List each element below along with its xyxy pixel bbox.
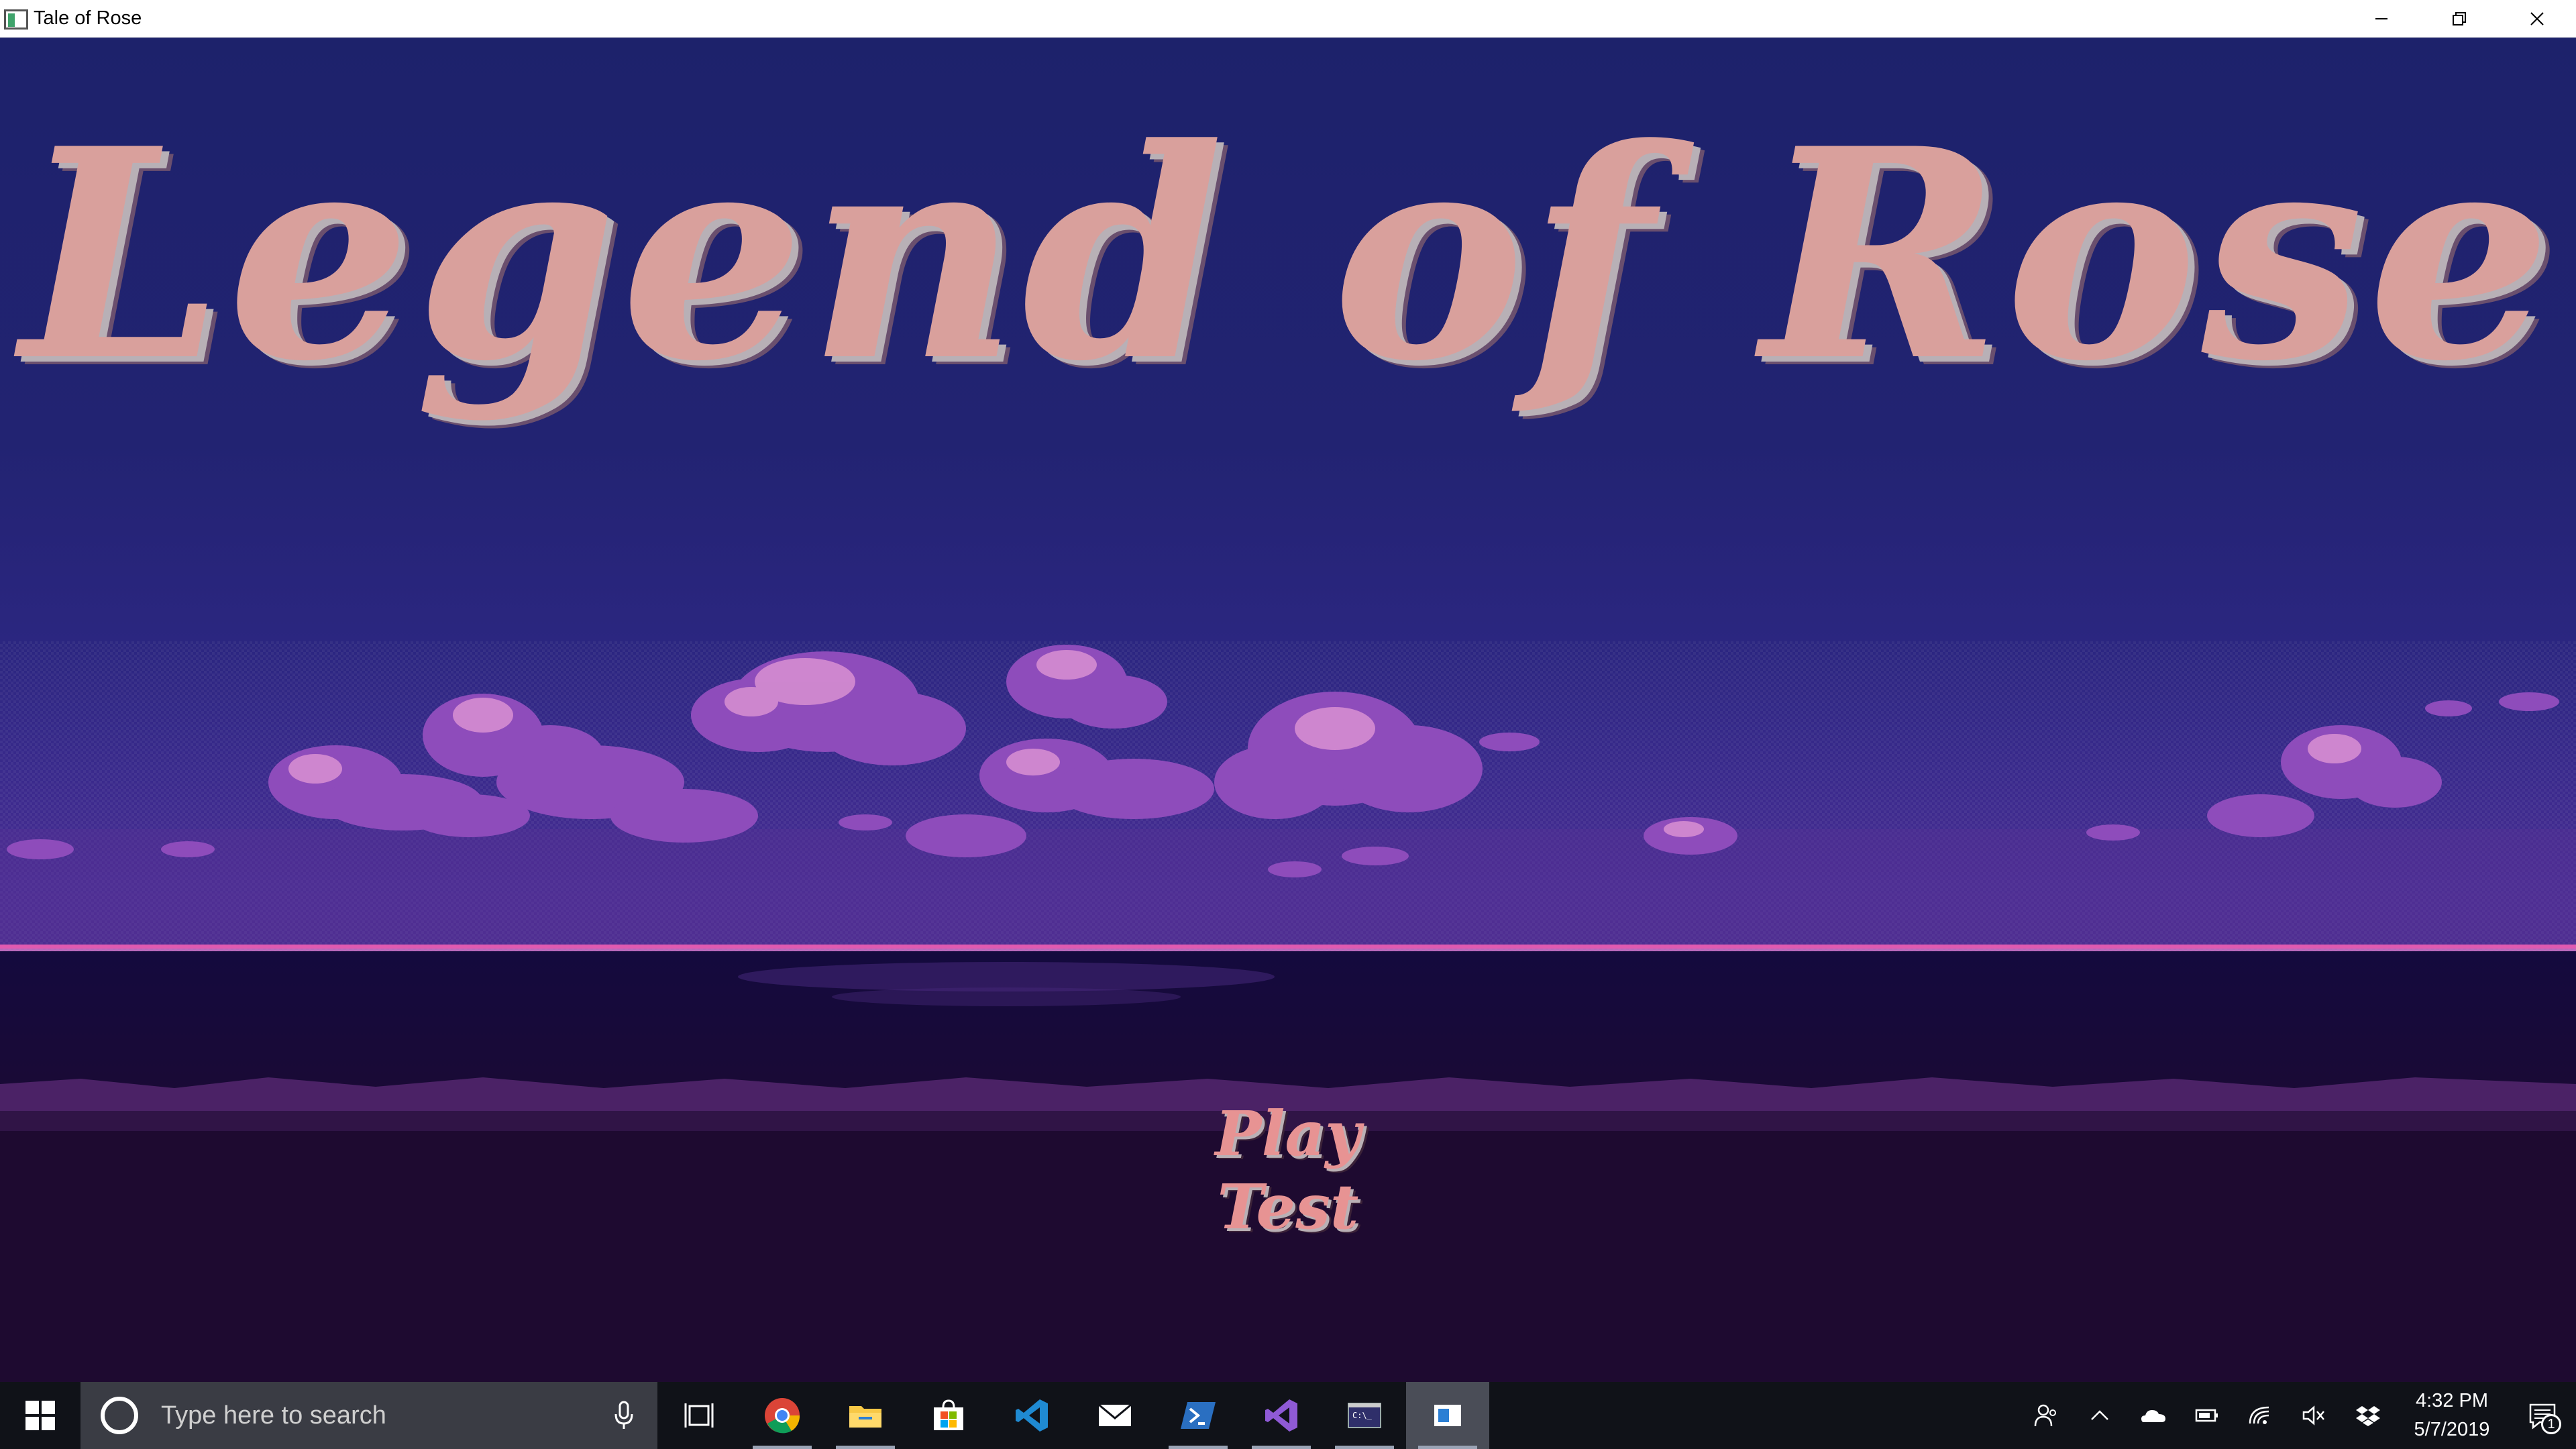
minimize-icon bbox=[2375, 18, 2387, 19]
task-view-icon bbox=[684, 1403, 714, 1428]
microsoft-store-icon bbox=[934, 1399, 963, 1430]
powershell-icon bbox=[1181, 1402, 1216, 1429]
svg-text:C:\_: C:\_ bbox=[1352, 1411, 1373, 1420]
close-button[interactable] bbox=[2498, 0, 2576, 38]
chevron-up-icon bbox=[2091, 1410, 2108, 1420]
game-window-icon bbox=[1434, 1405, 1461, 1426]
battery-icon bbox=[2195, 1409, 2218, 1422]
test-menu-item[interactable]: Test bbox=[1218, 1171, 1359, 1244]
notification-count-badge: 1 bbox=[2541, 1414, 2561, 1434]
game-title: Legend of Rose bbox=[20, 86, 2556, 425]
wifi-icon bbox=[2249, 1406, 2269, 1424]
window-title: Tale of Rose bbox=[34, 7, 142, 29]
chrome-icon bbox=[765, 1398, 800, 1434]
restore-button[interactable] bbox=[2420, 0, 2498, 38]
task-view-button[interactable] bbox=[657, 1382, 741, 1449]
terminal-icon: C:\_ bbox=[1348, 1403, 1381, 1428]
action-center-button[interactable]: 1 bbox=[2509, 1382, 2576, 1449]
game-window-taskbar-button[interactable] bbox=[1406, 1382, 1489, 1449]
app-icon bbox=[4, 7, 28, 31]
file-explorer-icon bbox=[849, 1406, 881, 1428]
show-hidden-icons-button[interactable] bbox=[2073, 1382, 2127, 1449]
microsoft-store-taskbar-button[interactable] bbox=[907, 1382, 990, 1449]
powershell-taskbar-button[interactable] bbox=[1157, 1382, 1240, 1449]
windows-logo-icon bbox=[25, 1401, 55, 1430]
clock-time: 4:32 PM bbox=[2416, 1389, 2488, 1411]
microphone-icon[interactable] bbox=[604, 1401, 644, 1430]
system-tray: 4:32 PM 5/7/2019 1 bbox=[2019, 1382, 2576, 1449]
onedrive-icon bbox=[2141, 1410, 2165, 1422]
game-viewport[interactable]: Legend of Rose Play Test bbox=[0, 38, 2576, 1382]
battery-button[interactable] bbox=[2180, 1382, 2234, 1449]
visual-studio-icon bbox=[1265, 1399, 1297, 1432]
volume-button[interactable] bbox=[2288, 1382, 2341, 1449]
restore-icon bbox=[2453, 12, 2466, 25]
file-explorer-taskbar-button[interactable] bbox=[824, 1382, 907, 1449]
volume-muted-icon bbox=[2302, 1405, 2324, 1426]
chrome-taskbar-button[interactable] bbox=[741, 1382, 824, 1449]
minimize-button[interactable] bbox=[2343, 0, 2420, 38]
horizon-line bbox=[0, 945, 2576, 949]
cortana-icon bbox=[101, 1397, 138, 1434]
network-button[interactable] bbox=[2234, 1382, 2288, 1449]
dropbox-icon bbox=[2356, 1406, 2380, 1426]
window-title-bar[interactable]: Tale of Rose bbox=[0, 0, 2576, 38]
taskbar: Type here to search C:\_ 4:32 PM 5/7/201… bbox=[0, 1382, 2576, 1449]
vscode-icon bbox=[1016, 1399, 1048, 1432]
people-icon bbox=[2034, 1404, 2056, 1427]
terminal-taskbar-button[interactable]: C:\_ bbox=[1323, 1382, 1406, 1449]
play-menu-item[interactable]: Play bbox=[1215, 1097, 1360, 1171]
visual-studio-taskbar-button[interactable] bbox=[1240, 1382, 1323, 1449]
dropbox-button[interactable] bbox=[2341, 1382, 2395, 1449]
search-input[interactable]: Type here to search bbox=[80, 1382, 657, 1449]
search-placeholder: Type here to search bbox=[161, 1401, 386, 1430]
close-icon bbox=[2530, 12, 2544, 25]
vscode-taskbar-button[interactable] bbox=[990, 1382, 1073, 1449]
mail-icon bbox=[1098, 1403, 1132, 1426]
start-button[interactable] bbox=[0, 1382, 80, 1449]
clock-date: 5/7/2019 bbox=[2414, 1419, 2490, 1440]
onedrive-button[interactable] bbox=[2127, 1382, 2180, 1449]
people-button[interactable] bbox=[2019, 1382, 2073, 1449]
main-menu: Play Test bbox=[0, 1097, 2576, 1243]
clock[interactable]: 4:32 PM 5/7/2019 bbox=[2395, 1387, 2509, 1445]
mail-taskbar-button[interactable] bbox=[1073, 1382, 1157, 1449]
